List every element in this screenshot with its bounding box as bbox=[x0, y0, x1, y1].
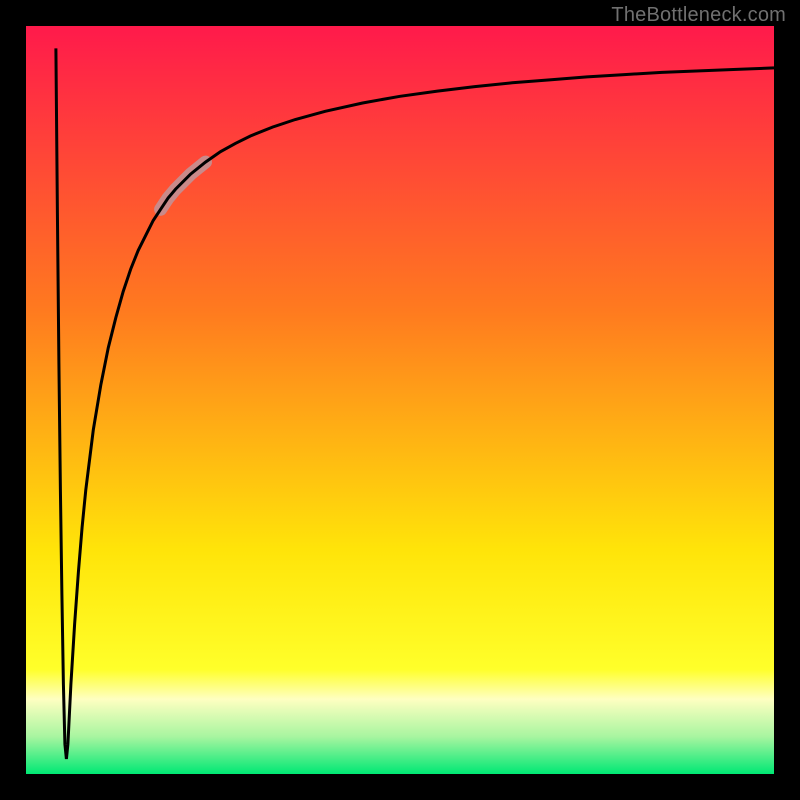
gradient-background bbox=[26, 26, 774, 774]
attribution-label: TheBottleneck.com bbox=[611, 4, 786, 27]
chart-svg bbox=[26, 26, 774, 774]
chart-frame: TheBottleneck.com bbox=[0, 0, 800, 800]
plot-area bbox=[26, 26, 774, 774]
